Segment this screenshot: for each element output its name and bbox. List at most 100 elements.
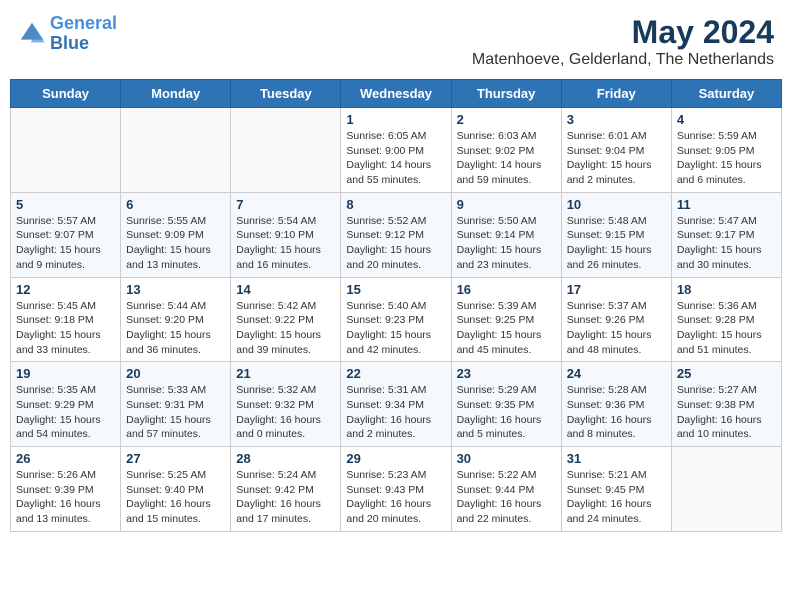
day-info: Sunrise: 5:44 AM Sunset: 9:20 PM Dayligh… xyxy=(126,299,225,358)
calendar-cell: 12 Sunrise: 5:45 AM Sunset: 9:18 PM Dayli… xyxy=(11,277,121,362)
weekday-header-tuesday: Tuesday xyxy=(231,80,341,108)
calendar-cell: 1Sunrise: 6:05 AM Sunset: 9:00 PM Daylig… xyxy=(341,108,451,193)
calendar-cell: 24 Sunrise: 5:28 AM Sunset: 9:36 PM Dayli… xyxy=(561,362,671,447)
calendar-cell xyxy=(121,108,231,193)
day-number: 18 xyxy=(677,282,776,297)
logo-blue: Blue xyxy=(50,33,89,53)
day-info: Sunrise: 6:01 AM Sunset: 9:04 PM Dayligh… xyxy=(567,129,666,188)
calendar-cell: 4 Sunrise: 5:59 AM Sunset: 9:05 PM Daylig… xyxy=(671,108,781,193)
day-number: 15 xyxy=(346,282,445,297)
day-info: Sunrise: 5:25 AM Sunset: 9:40 PM Dayligh… xyxy=(126,468,225,527)
day-info: Sunrise: 5:48 AM Sunset: 9:15 PM Dayligh… xyxy=(567,214,666,273)
calendar-cell: 3 Sunrise: 6:01 AM Sunset: 9:04 PM Daylig… xyxy=(561,108,671,193)
calendar-cell: 31Sunrise: 5:21 AM Sunset: 9:45 PM Dayli… xyxy=(561,447,671,532)
day-info: Sunrise: 5:39 AM Sunset: 9:25 PM Dayligh… xyxy=(457,299,556,358)
day-number: 19 xyxy=(16,366,115,381)
day-info: Sunrise: 6:03 AM Sunset: 9:02 PM Dayligh… xyxy=(457,129,556,188)
calendar-cell: 2 Sunrise: 6:03 AM Sunset: 9:02 PM Daylig… xyxy=(451,108,561,193)
day-info: Sunrise: 5:27 AM Sunset: 9:38 PM Dayligh… xyxy=(677,383,776,442)
calendar-week-row: 26Sunrise: 5:26 AM Sunset: 9:39 PM Dayli… xyxy=(11,447,782,532)
day-info: Sunrise: 5:36 AM Sunset: 9:28 PM Dayligh… xyxy=(677,299,776,358)
calendar-cell xyxy=(11,108,121,193)
calendar-cell: 28 Sunrise: 5:24 AM Sunset: 9:42 PM Dayli… xyxy=(231,447,341,532)
day-info: Sunrise: 5:22 AM Sunset: 9:44 PM Dayligh… xyxy=(457,468,556,527)
calendar-cell: 29 Sunrise: 5:23 AM Sunset: 9:43 PM Dayli… xyxy=(341,447,451,532)
day-number: 28 xyxy=(236,451,335,466)
day-number: 4 xyxy=(677,112,776,127)
logo: General Blue xyxy=(18,14,117,54)
weekday-header-wednesday: Wednesday xyxy=(341,80,451,108)
calendar-cell: 10 Sunrise: 5:48 AM Sunset: 9:15 PM Dayli… xyxy=(561,192,671,277)
calendar-cell: 25Sunrise: 5:27 AM Sunset: 9:38 PM Dayli… xyxy=(671,362,781,447)
calendar-cell: 23 Sunrise: 5:29 AM Sunset: 9:35 PM Dayli… xyxy=(451,362,561,447)
calendar-cell: 22Sunrise: 5:31 AM Sunset: 9:34 PM Dayli… xyxy=(341,362,451,447)
day-number: 10 xyxy=(567,197,666,212)
calendar-cell: 5Sunrise: 5:57 AM Sunset: 9:07 PM Daylig… xyxy=(11,192,121,277)
calendar-week-row: 19 Sunrise: 5:35 AM Sunset: 9:29 PM Dayli… xyxy=(11,362,782,447)
day-info: Sunrise: 5:50 AM Sunset: 9:14 PM Dayligh… xyxy=(457,214,556,273)
calendar-cell: 9 Sunrise: 5:50 AM Sunset: 9:14 PM Daylig… xyxy=(451,192,561,277)
calendar-cell: 13 Sunrise: 5:44 AM Sunset: 9:20 PM Dayli… xyxy=(121,277,231,362)
main-title: May 2024 xyxy=(472,14,774,51)
subtitle: Matenhoeve, Gelderland, The Netherlands xyxy=(472,51,774,69)
day-number: 13 xyxy=(126,282,225,297)
calendar-cell: 30 Sunrise: 5:22 AM Sunset: 9:44 PM Dayli… xyxy=(451,447,561,532)
day-info: Sunrise: 5:42 AM Sunset: 9:22 PM Dayligh… xyxy=(236,299,335,358)
day-info: Sunrise: 5:28 AM Sunset: 9:36 PM Dayligh… xyxy=(567,383,666,442)
day-number: 8 xyxy=(346,197,445,212)
day-number: 1 xyxy=(346,112,445,127)
day-info: Sunrise: 5:57 AM Sunset: 9:07 PM Dayligh… xyxy=(16,214,115,273)
weekday-header-friday: Friday xyxy=(561,80,671,108)
calendar-cell: 26Sunrise: 5:26 AM Sunset: 9:39 PM Dayli… xyxy=(11,447,121,532)
day-info: Sunrise: 5:40 AM Sunset: 9:23 PM Dayligh… xyxy=(346,299,445,358)
day-number: 16 xyxy=(457,282,556,297)
day-number: 2 xyxy=(457,112,556,127)
day-number: 29 xyxy=(346,451,445,466)
calendar-cell xyxy=(231,108,341,193)
day-number: 23 xyxy=(457,366,556,381)
day-number: 9 xyxy=(457,197,556,212)
day-info: Sunrise: 5:52 AM Sunset: 9:12 PM Dayligh… xyxy=(346,214,445,273)
weekday-header-thursday: Thursday xyxy=(451,80,561,108)
calendar-cell: 27 Sunrise: 5:25 AM Sunset: 9:40 PM Dayli… xyxy=(121,447,231,532)
day-info: Sunrise: 5:54 AM Sunset: 9:10 PM Dayligh… xyxy=(236,214,335,273)
day-info: Sunrise: 5:45 AM Sunset: 9:18 PM Dayligh… xyxy=(16,299,115,358)
weekday-header-sunday: Sunday xyxy=(11,80,121,108)
day-info: Sunrise: 5:47 AM Sunset: 9:17 PM Dayligh… xyxy=(677,214,776,273)
day-number: 24 xyxy=(567,366,666,381)
weekday-header-monday: Monday xyxy=(121,80,231,108)
calendar-cell xyxy=(671,447,781,532)
day-info: Sunrise: 5:31 AM Sunset: 9:34 PM Dayligh… xyxy=(346,383,445,442)
day-number: 6 xyxy=(126,197,225,212)
day-info: Sunrise: 5:32 AM Sunset: 9:32 PM Dayligh… xyxy=(236,383,335,442)
day-info: Sunrise: 5:23 AM Sunset: 9:43 PM Dayligh… xyxy=(346,468,445,527)
day-number: 30 xyxy=(457,451,556,466)
header: General Blue May 2024 Matenhoeve, Gelder… xyxy=(10,10,782,73)
calendar-week-row: 5Sunrise: 5:57 AM Sunset: 9:07 PM Daylig… xyxy=(11,192,782,277)
calendar-cell: 11 Sunrise: 5:47 AM Sunset: 9:17 PM Dayli… xyxy=(671,192,781,277)
day-number: 27 xyxy=(126,451,225,466)
day-number: 12 xyxy=(16,282,115,297)
calendar-week-row: 12 Sunrise: 5:45 AM Sunset: 9:18 PM Dayli… xyxy=(11,277,782,362)
day-info: Sunrise: 5:29 AM Sunset: 9:35 PM Dayligh… xyxy=(457,383,556,442)
weekday-header-saturday: Saturday xyxy=(671,80,781,108)
day-info: Sunrise: 5:37 AM Sunset: 9:26 PM Dayligh… xyxy=(567,299,666,358)
calendar-cell: 8 Sunrise: 5:52 AM Sunset: 9:12 PM Daylig… xyxy=(341,192,451,277)
day-info: Sunrise: 5:24 AM Sunset: 9:42 PM Dayligh… xyxy=(236,468,335,527)
calendar-cell: 19 Sunrise: 5:35 AM Sunset: 9:29 PM Dayli… xyxy=(11,362,121,447)
calendar-week-row: 1Sunrise: 6:05 AM Sunset: 9:00 PM Daylig… xyxy=(11,108,782,193)
calendar: SundayMondayTuesdayWednesdayThursdayFrid… xyxy=(10,79,782,532)
day-number: 3 xyxy=(567,112,666,127)
logo-text: General Blue xyxy=(50,14,117,54)
day-info: Sunrise: 5:59 AM Sunset: 9:05 PM Dayligh… xyxy=(677,129,776,188)
day-number: 11 xyxy=(677,197,776,212)
calendar-header-row: SundayMondayTuesdayWednesdayThursdayFrid… xyxy=(11,80,782,108)
day-number: 7 xyxy=(236,197,335,212)
day-number: 17 xyxy=(567,282,666,297)
logo-general: General xyxy=(50,13,117,33)
day-info: Sunrise: 5:26 AM Sunset: 9:39 PM Dayligh… xyxy=(16,468,115,527)
day-info: Sunrise: 5:35 AM Sunset: 9:29 PM Dayligh… xyxy=(16,383,115,442)
day-number: 20 xyxy=(126,366,225,381)
logo-icon xyxy=(18,20,46,48)
title-block: May 2024 Matenhoeve, Gelderland, The Net… xyxy=(472,14,774,69)
